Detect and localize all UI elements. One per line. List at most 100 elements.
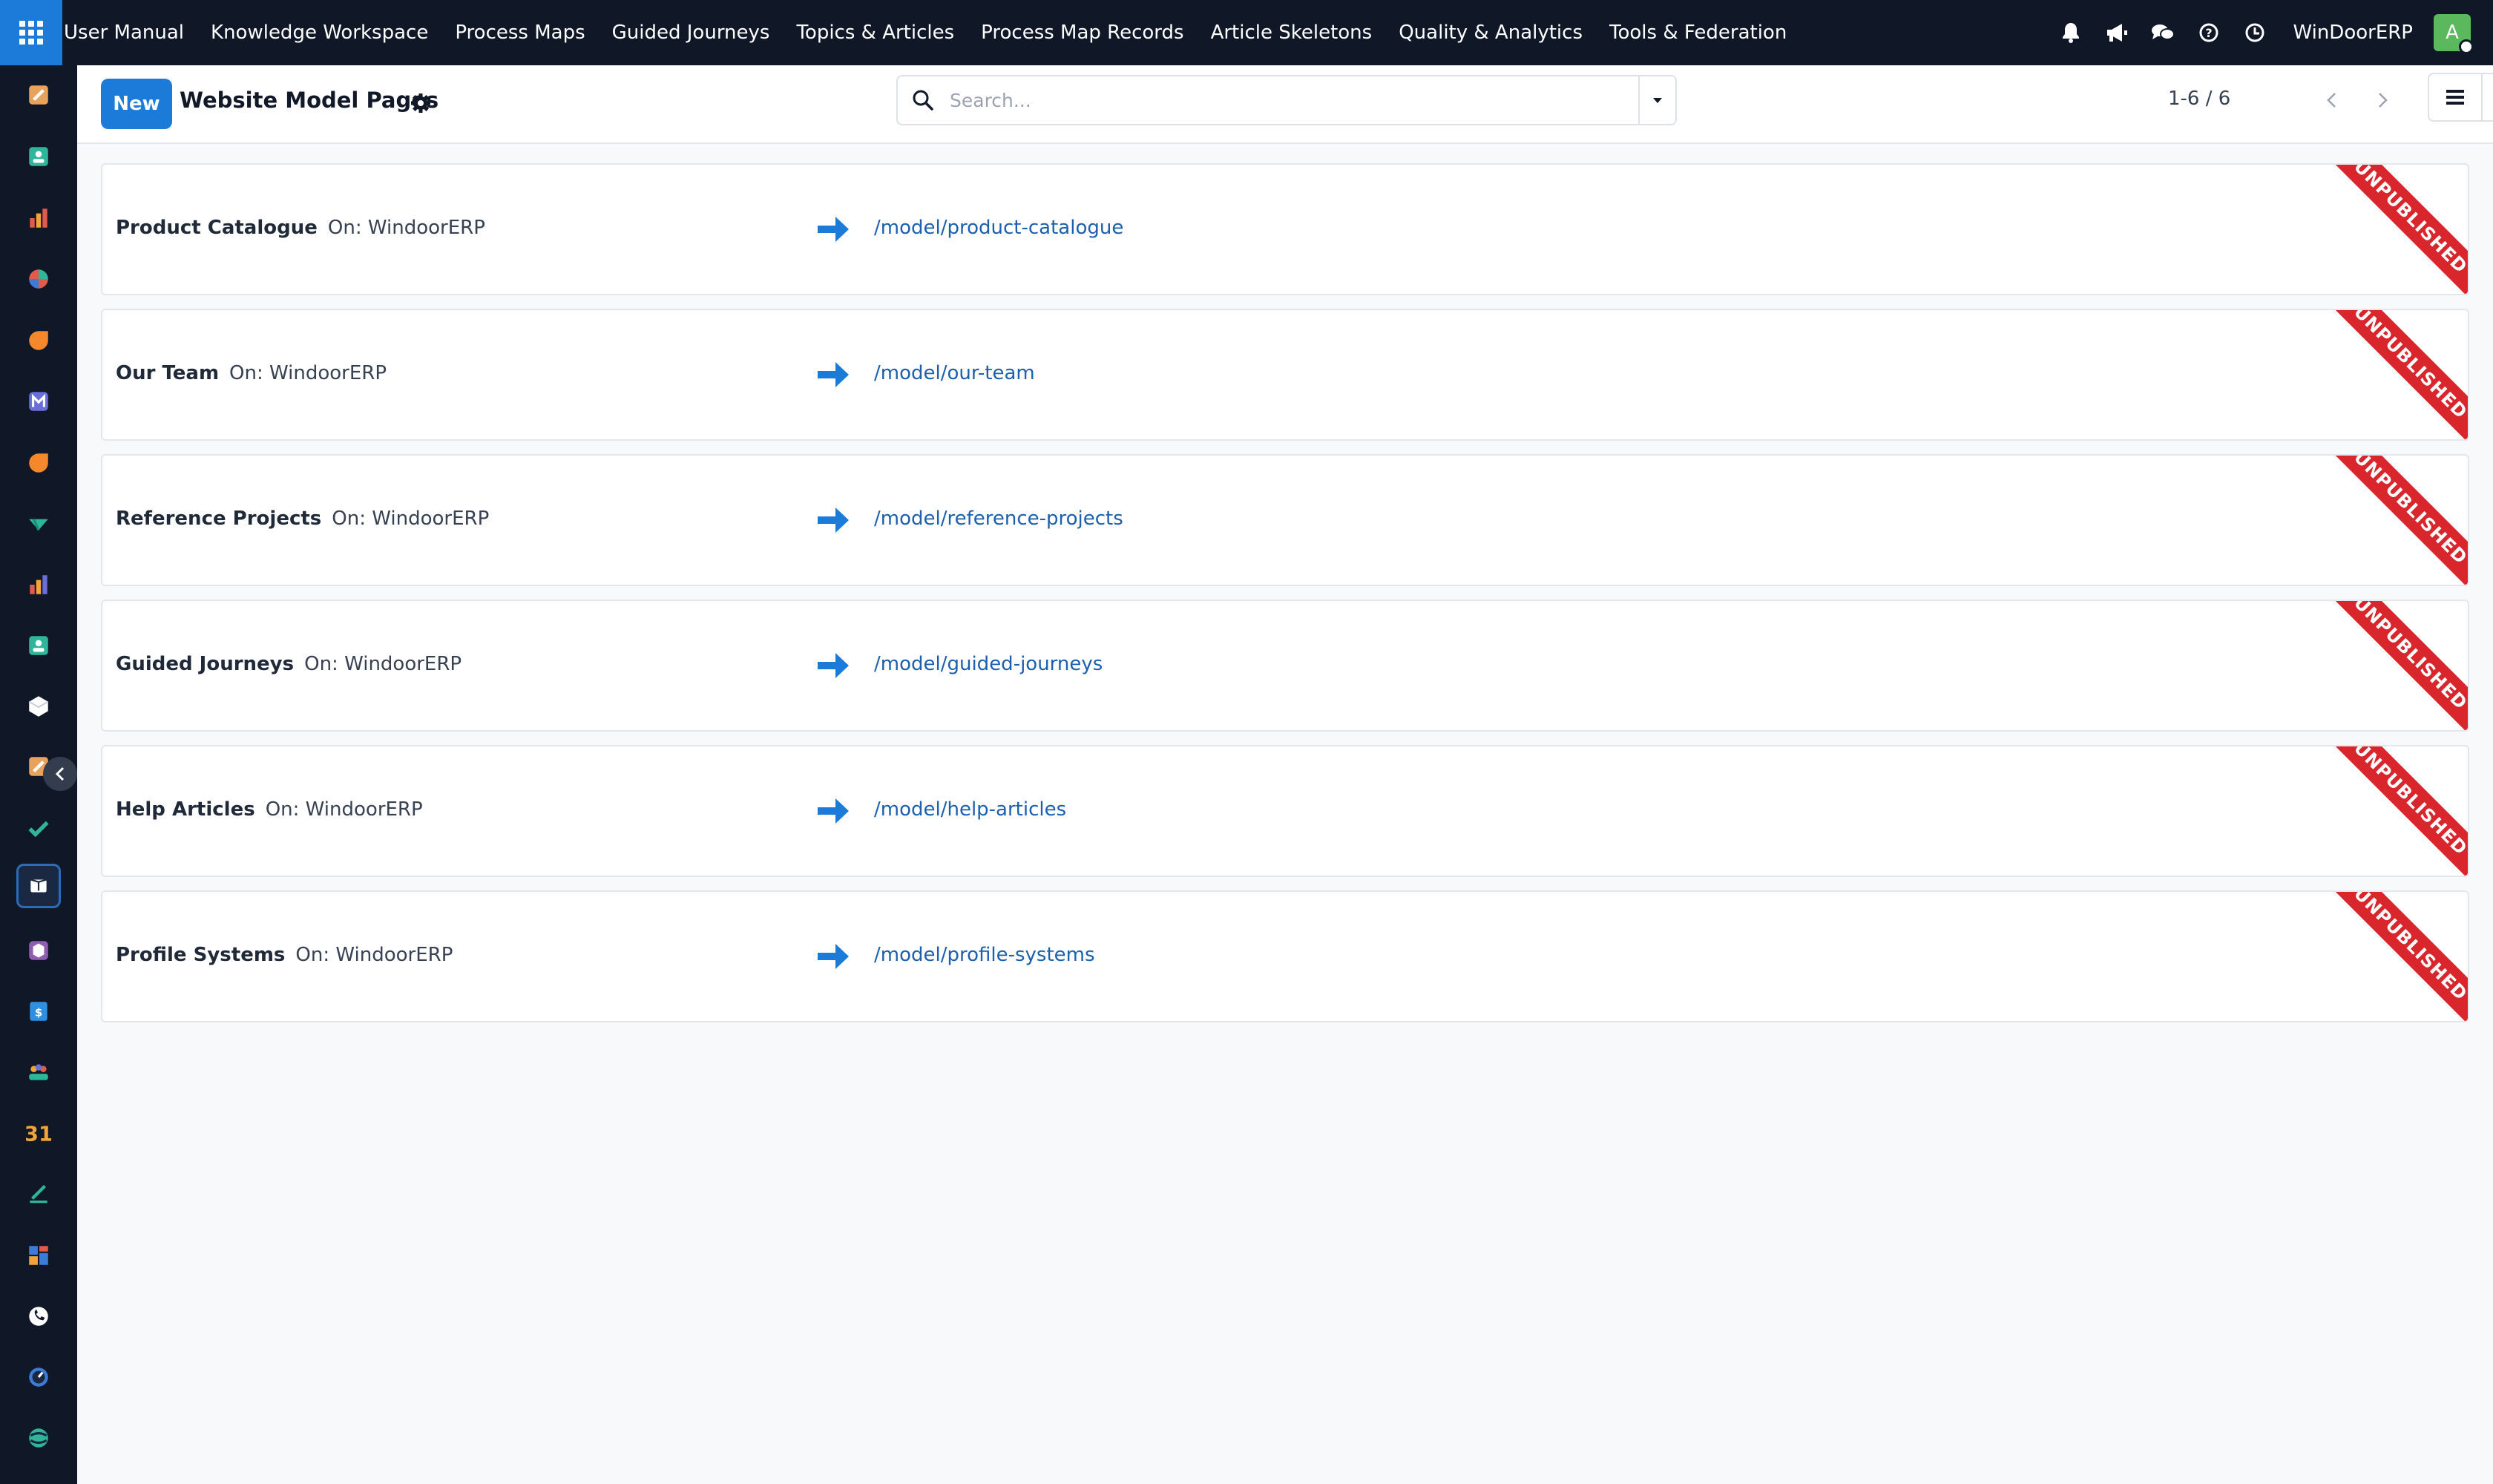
control-panel: New Website Model Pages 1-6 / 6	[77, 65, 2493, 144]
chevron-right-icon	[2379, 93, 2388, 108]
user-avatar[interactable]: A	[2434, 14, 2474, 54]
list-view-button[interactable]	[2428, 73, 2483, 122]
sign-app-icon[interactable]	[16, 1172, 61, 1216]
record-url[interactable]: /model/product-catalogue	[874, 217, 1123, 239]
reporting-app-icon[interactable]	[16, 196, 61, 240]
search-options-toggle[interactable]	[1638, 76, 1675, 124]
record-card[interactable]: Product Catalogue On: WindoorERP /model/p…	[101, 163, 2469, 295]
settings-app-icon[interactable]	[16, 1416, 61, 1460]
presence-dot	[2459, 39, 2474, 54]
whatsapp-app-icon[interactable]	[16, 1294, 61, 1339]
team-app-icon[interactable]	[16, 1050, 61, 1094]
record-name: Reference Projects	[116, 508, 322, 530]
contacts-app-icon[interactable]	[16, 134, 61, 179]
employees-app-icon[interactable]	[16, 623, 61, 668]
documents-app-icon[interactable]	[16, 73, 61, 117]
record-website: On: WindoorERP	[295, 944, 453, 966]
record-url[interactable]: /model/help-articles	[874, 798, 1066, 821]
record-name: Profile Systems	[116, 944, 286, 966]
chat-icon[interactable]	[2150, 20, 2175, 45]
menu-item-process-maps[interactable]: Process Maps	[441, 0, 598, 65]
arrow-right-icon	[818, 508, 849, 533]
kanban-view-button[interactable]	[2481, 73, 2493, 122]
menu-item-quality-analytics[interactable]: Quality & Analytics	[1385, 0, 1596, 65]
menu-item-user-manual[interactable]: User Manual	[62, 0, 197, 65]
record-website: On: WindoorERP	[229, 362, 387, 384]
livechat-app-icon[interactable]	[16, 318, 61, 363]
company-switcher[interactable]: WinDoorERP	[2293, 22, 2413, 44]
calendar-app-icon[interactable]: 31	[16, 1111, 61, 1155]
record-website: On: WindoorERP	[332, 508, 490, 530]
record-website: On: WindoorERP	[265, 798, 423, 821]
clock-icon[interactable]	[2242, 20, 2267, 45]
dashboard-app-icon[interactable]	[16, 562, 61, 607]
unpublished-ribbon: UNPUBLISHED	[2327, 892, 2468, 1021]
timesheet-app-icon[interactable]	[16, 1355, 61, 1399]
menu-item-knowledge-workspace[interactable]: Knowledge Workspace	[197, 0, 441, 65]
record-name: Help Articles	[116, 798, 255, 821]
record-card[interactable]: Reference Projects On: WindoorERP /model/…	[101, 454, 2469, 586]
project-app-icon[interactable]	[16, 502, 61, 546]
app-menu-button[interactable]	[0, 0, 62, 65]
record-card[interactable]: Guided Journeys On: WindoorERP /model/gui…	[101, 600, 2469, 732]
arrow-right-icon	[818, 798, 849, 824]
knowledge-app-icon[interactable]	[16, 864, 61, 908]
email-marketing-app-icon[interactable]	[16, 379, 61, 424]
record-card[interactable]: Our Team On: WindoorERP /model/our-team U…	[101, 309, 2469, 441]
record-url[interactable]: /model/guided-journeys	[874, 653, 1103, 675]
discuss-app-icon[interactable]	[16, 257, 61, 301]
arrow-right-icon	[818, 217, 849, 242]
record-url[interactable]: /model/reference-projects	[874, 508, 1123, 530]
svg-text:31: 31	[26, 1122, 51, 1146]
record-website: On: WindoorERP	[327, 217, 485, 239]
website-app-icon[interactable]	[16, 928, 61, 973]
record-name: Product Catalogue	[116, 217, 318, 239]
search-bar	[896, 75, 1677, 125]
unpublished-ribbon: UNPUBLISHED	[2327, 746, 2468, 876]
search-icon	[913, 90, 933, 111]
kanban-records: Product Catalogue On: WindoorERP /model/p…	[101, 163, 2469, 1036]
menu-item-process-map-records[interactable]: Process Map Records	[968, 0, 1197, 65]
new-button[interactable]: New	[101, 79, 172, 129]
record-name: Guided Journeys	[116, 653, 295, 675]
list-view-icon	[2446, 90, 2464, 105]
avatar-initial: A	[2446, 22, 2459, 44]
chat-app-icon[interactable]	[16, 441, 61, 485]
record-website: On: WindoorERP	[304, 653, 462, 675]
inventory-app-icon[interactable]	[16, 684, 61, 729]
unpublished-ribbon: UNPUBLISHED	[2327, 456, 2468, 585]
svg-text:$: $	[35, 1005, 42, 1019]
chevron-left-icon	[55, 766, 65, 781]
collapse-rail-button[interactable]	[43, 757, 77, 791]
grid-icon	[19, 21, 43, 45]
pager-value[interactable]: 1-6 / 6	[2168, 88, 2230, 110]
unpublished-ribbon: UNPUBLISHED	[2327, 601, 2468, 730]
top-navbar: User Manual Knowledge Workspace Process …	[0, 0, 2493, 65]
arrow-right-icon	[818, 653, 849, 678]
chevron-left-icon	[2327, 93, 2336, 108]
record-card[interactable]: Profile Systems On: WindoorERP /model/pro…	[101, 890, 2469, 1022]
dashboards-app-icon[interactable]	[16, 1233, 61, 1278]
record-url[interactable]: /model/our-team	[874, 362, 1035, 384]
page-title: Website Model Pages	[180, 88, 439, 113]
menu-item-guided-journeys[interactable]: Guided Journeys	[599, 0, 784, 65]
pager-next-button[interactable]	[2361, 77, 2404, 123]
todo-app-icon[interactable]	[16, 806, 61, 850]
help-icon[interactable]: ?	[2196, 20, 2221, 45]
search-input[interactable]	[950, 85, 1610, 115]
arrow-right-icon	[818, 944, 849, 969]
menu-item-tools-federation[interactable]: Tools & Federation	[1596, 0, 1800, 65]
bell-icon[interactable]	[2058, 20, 2083, 45]
menu-item-topics-articles[interactable]: Topics & Articles	[783, 0, 968, 65]
megaphone-icon[interactable]	[2104, 20, 2129, 45]
invoicing-app-icon[interactable]: $	[16, 989, 61, 1034]
record-name: Our Team	[116, 362, 220, 384]
arrow-right-icon	[818, 362, 849, 387]
record-url[interactable]: /model/profile-systems	[874, 944, 1095, 966]
unpublished-ribbon: UNPUBLISHED	[2327, 165, 2468, 294]
pager-previous-button[interactable]	[2310, 77, 2354, 123]
main-menu: User Manual Knowledge Workspace Process …	[62, 0, 1800, 65]
gear-icon[interactable]	[410, 92, 432, 114]
menu-item-article-skeletons[interactable]: Article Skeletons	[1198, 0, 1386, 65]
record-card[interactable]: Help Articles On: WindoorERP /model/help-…	[101, 745, 2469, 877]
